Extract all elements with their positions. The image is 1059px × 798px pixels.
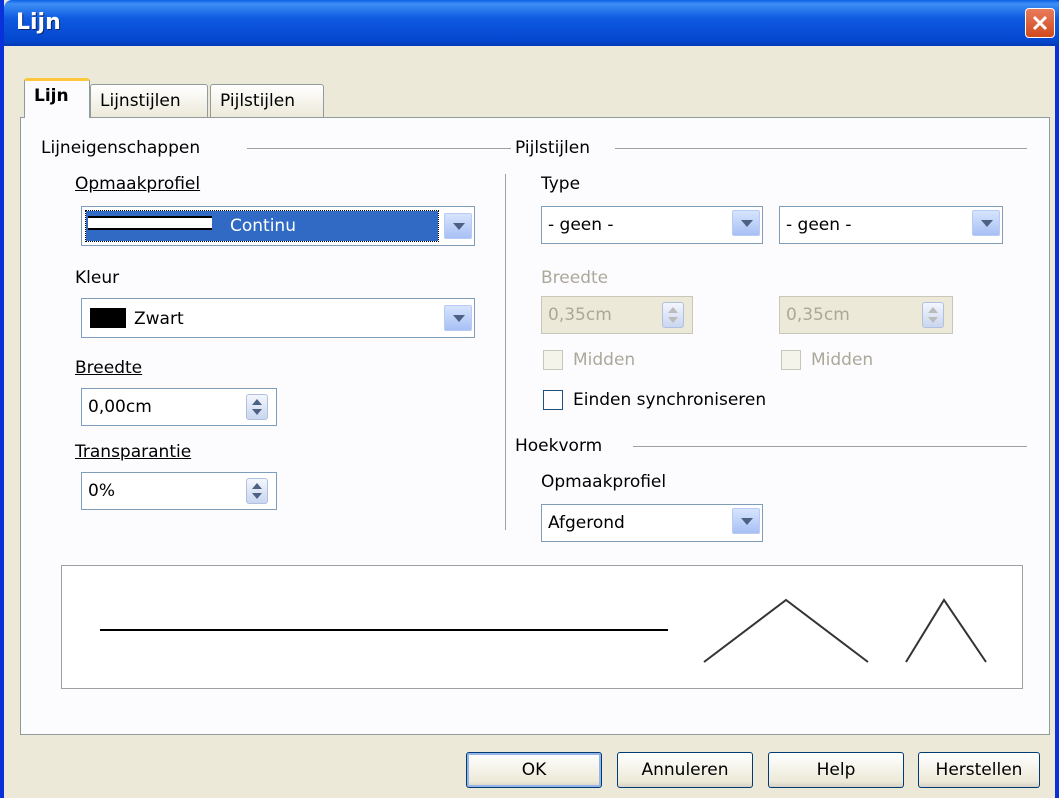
width-label: Breedte: [75, 358, 142, 378]
color-swatch: [90, 308, 126, 328]
tab-lijn[interactable]: Lijn: [24, 78, 90, 118]
spin-arrows-icon[interactable]: [246, 394, 268, 420]
tab-pijlstijlen[interactable]: Pijlstijlen: [210, 84, 324, 118]
sync-ends-label: Einden synchroniseren: [573, 390, 767, 410]
sync-ends-checkbox[interactable]: [543, 390, 563, 410]
close-button[interactable]: [1025, 8, 1055, 38]
line-style-value: Continu: [230, 216, 296, 236]
chevron-down-icon[interactable]: [444, 305, 472, 331]
ok-button[interactable]: OK: [466, 752, 602, 788]
corner-style-label: Opmaakprofiel: [541, 472, 667, 492]
color-label: Kleur: [75, 268, 120, 288]
spin-arrows-icon[interactable]: [922, 302, 944, 328]
transparency-label: Transparantie: [75, 442, 191, 462]
arrow-start-width-spinbox[interactable]: 0,35cm: [541, 296, 693, 334]
help-button[interactable]: Help: [768, 752, 904, 788]
width-value: 0,00cm: [88, 397, 152, 417]
tab-label: Lijnstijlen: [100, 91, 181, 111]
arrow-end-width-value: 0,35cm: [786, 305, 850, 325]
arrow-start-value: - geen -: [548, 215, 614, 235]
style-label: Opmaakprofiel: [75, 174, 200, 194]
chevron-down-icon[interactable]: [444, 213, 472, 239]
dialog-window: Lijn Lijnstijlen Pijlstijlen Lijn Lijnei…: [0, 0, 1059, 798]
tab-label: Pijlstijlen: [220, 91, 295, 111]
transparency-value: 0%: [88, 481, 115, 501]
arrow-width-label: Breedte: [541, 268, 609, 288]
tab-label: Lijn: [34, 86, 69, 106]
line-sample-preview: [88, 216, 212, 230]
corner-style-value: Afgerond: [548, 513, 625, 533]
preview-narrow-corner: [905, 598, 987, 663]
tab-panel: Lijneigenschappen Opmaakprofiel Continu …: [20, 117, 1050, 735]
line-style-selection: Continu: [85, 210, 439, 242]
title-bar: Lijn: [4, 0, 1059, 46]
line-preview: [61, 565, 1023, 689]
arrow-end-width-spinbox[interactable]: 0,35cm: [779, 296, 953, 334]
reset-button[interactable]: Herstellen: [918, 752, 1040, 788]
tab-lijnstijlen[interactable]: Lijnstijlen: [90, 84, 208, 118]
center-end-label: Midden: [811, 350, 874, 370]
center-end-checkbox[interactable]: [781, 350, 801, 370]
width-label-text: Breedte: [75, 358, 143, 378]
center-start-checkbox[interactable]: [543, 350, 563, 370]
transparency-label-text: Transparantie: [75, 442, 192, 462]
window-title: Lijn: [16, 10, 61, 35]
section-title: Hoekvorm: [515, 436, 603, 456]
arrow-start-dropdown[interactable]: - geen -: [541, 206, 763, 244]
vertical-divider: [505, 174, 506, 530]
section-title: Lijneigenschappen: [41, 138, 201, 158]
close-icon: [1032, 15, 1048, 31]
color-value: Zwart: [134, 309, 184, 329]
spin-arrows-icon[interactable]: [246, 478, 268, 504]
arrow-end-dropdown[interactable]: - geen -: [779, 206, 1003, 244]
cancel-button[interactable]: Annuleren: [617, 752, 753, 788]
arrow-end-value: - geen -: [786, 215, 852, 235]
chevron-down-icon[interactable]: [732, 210, 760, 236]
center-start-label: Midden: [573, 350, 636, 370]
preview-wide-corner: [703, 598, 869, 663]
width-spinbox[interactable]: 0,00cm: [81, 388, 277, 426]
line-style-dropdown[interactable]: Continu: [81, 206, 475, 246]
chevron-down-icon[interactable]: [732, 508, 760, 534]
transparency-spinbox[interactable]: 0%: [81, 472, 277, 510]
spin-arrows-icon[interactable]: [662, 302, 684, 328]
color-dropdown[interactable]: Zwart: [81, 298, 475, 338]
chevron-down-icon[interactable]: [972, 210, 1000, 236]
preview-canvas: [100, 598, 987, 663]
type-label: Type: [541, 174, 581, 194]
corner-style-dropdown[interactable]: Afgerond: [541, 504, 763, 542]
arrow-start-width-value: 0,35cm: [548, 305, 612, 325]
section-title: Pijlstijlen: [515, 138, 590, 158]
style-label-text: Opmaakprofiel: [75, 174, 201, 194]
